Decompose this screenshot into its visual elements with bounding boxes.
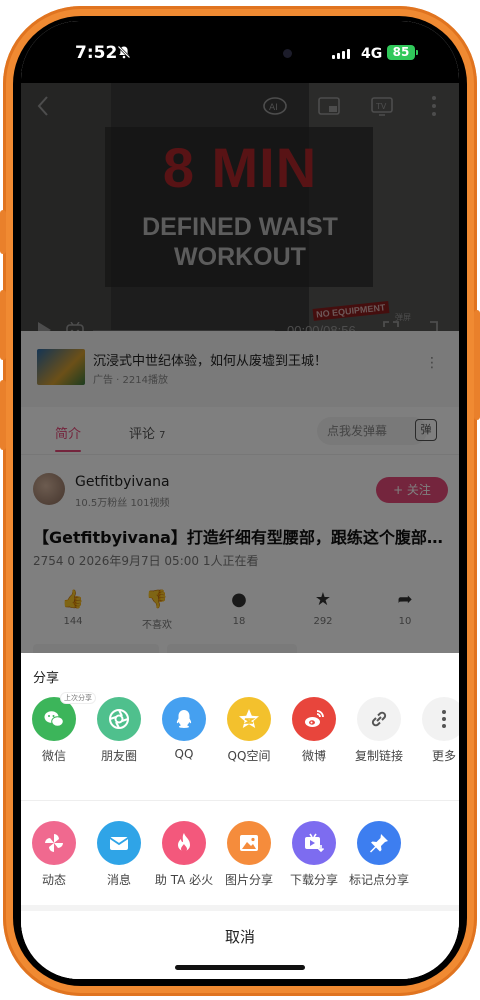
weibo-icon	[292, 697, 336, 741]
share-boost[interactable]: 助 TA 必火	[151, 821, 217, 888]
share-image-label: 图片分享	[224, 873, 273, 887]
battery-tip	[416, 50, 418, 55]
dim-overlay[interactable]	[21, 83, 459, 679]
share-boost-label: 助 TA 必火	[154, 873, 214, 887]
share-title: 分享	[33, 671, 60, 686]
network-label: 4G	[361, 46, 383, 62]
share-marker-label: 标记点分享	[348, 873, 409, 887]
share-row-primary: 上次分享 微信 朋友圈 QQ QQ空间 微博 复制链接 更多	[21, 692, 459, 771]
share-dynamic-label: 动态	[41, 873, 66, 887]
more-icon	[422, 697, 459, 741]
pinwheel-icon	[32, 821, 76, 865]
share-qzone[interactable]: QQ空间	[216, 697, 282, 764]
status-time: 7:52	[75, 43, 118, 63]
share-marker[interactable]: 标记点分享	[346, 821, 412, 888]
mail-icon	[97, 821, 141, 865]
share-qq[interactable]: QQ	[151, 697, 217, 761]
share-wechat-label: 微信	[41, 749, 66, 763]
sheet-divider	[21, 800, 459, 801]
share-row-secondary: 动态 消息 助 TA 必火 图片分享 下载分享 标记点分享	[21, 821, 459, 895]
share-moments[interactable]: 朋友圈	[86, 697, 152, 764]
cancel-button[interactable]: 取消	[21, 911, 459, 971]
share-more-label: 更多	[431, 749, 456, 763]
qzone-icon	[227, 697, 271, 741]
link-icon	[357, 697, 401, 741]
share-message-label: 消息	[106, 873, 131, 887]
screen: 7:52 4G 85 8 MIN DEFINED WAIST WORKOUT N…	[21, 21, 459, 979]
image-icon	[227, 821, 271, 865]
share-more[interactable]: 更多	[411, 697, 459, 764]
share-copy-link[interactable]: 复制链接	[346, 697, 412, 764]
status-bar: 7:52 4G 85	[21, 21, 459, 83]
qq-icon	[162, 697, 206, 741]
fire-icon	[162, 821, 206, 865]
share-qq-label: QQ	[174, 747, 194, 761]
wechat-icon: 上次分享	[32, 692, 96, 741]
share-copy-link-label: 复制链接	[354, 749, 403, 763]
share-weibo-label: 微博	[301, 749, 326, 763]
share-sheet: 分享 上次分享 微信 朋友圈 QQ QQ空间 微博 复制链接 更多 动态 消息 …	[21, 653, 459, 979]
camera-dot	[283, 49, 292, 58]
share-dynamic[interactable]: 动态	[21, 821, 87, 888]
share-download-label: 下载分享	[289, 873, 338, 887]
mute-switch	[0, 210, 6, 254]
share-moments-label: 朋友圈	[100, 749, 137, 763]
bell-muted-icon	[117, 45, 131, 59]
share-weibo[interactable]: 微博	[281, 697, 347, 764]
share-qzone-label: QQ空间	[227, 749, 271, 763]
share-image[interactable]: 图片分享	[216, 821, 282, 888]
home-indicator[interactable]	[175, 965, 305, 970]
share-message[interactable]: 消息	[86, 821, 152, 888]
volume-down-button	[0, 380, 6, 450]
moments-icon	[97, 697, 141, 741]
battery-icon: 85	[387, 45, 415, 60]
share-wechat[interactable]: 上次分享 微信	[21, 692, 96, 764]
signal-icon	[332, 49, 350, 59]
pin-icon	[357, 821, 401, 865]
power-button	[474, 310, 480, 420]
download-icon	[292, 821, 336, 865]
volume-up-button	[0, 290, 6, 360]
share-download[interactable]: 下载分享	[281, 821, 347, 888]
